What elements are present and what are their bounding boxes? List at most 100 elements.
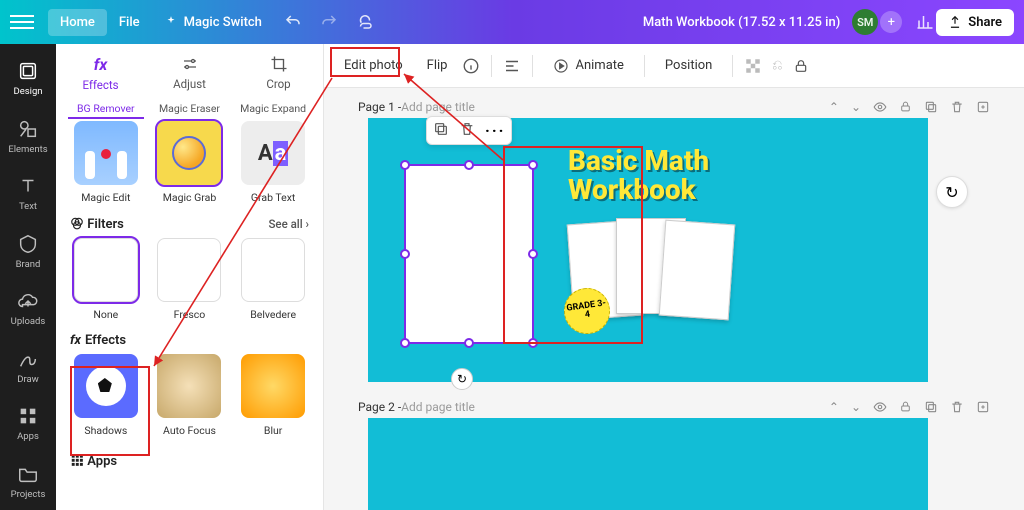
page-hide-icon[interactable]	[873, 100, 887, 114]
uploads-icon	[17, 290, 39, 312]
align-icon[interactable]	[502, 56, 522, 76]
selection-mini-toolbar: ···	[426, 116, 512, 145]
filters-heading: Filters	[70, 216, 124, 232]
trash-icon[interactable]	[459, 121, 475, 140]
link-icon[interactable]: ⎌	[767, 56, 787, 76]
page-refresh-icon[interactable]: ↻	[936, 176, 968, 208]
position-button[interactable]: Position	[655, 52, 722, 79]
effect-shadows[interactable]: Shadows	[68, 354, 144, 437]
page-up-icon[interactable]: ⌃	[829, 100, 839, 114]
page-duplicate-icon[interactable]	[924, 100, 938, 114]
page-add-icon[interactable]	[976, 100, 990, 114]
rotate-handle-icon[interactable]: ↻	[451, 368, 473, 390]
lock-icon[interactable]	[791, 56, 811, 76]
draw-icon	[17, 348, 39, 370]
rail-brand[interactable]: Brand	[0, 223, 56, 281]
edit-photo-button[interactable]: Edit photo	[334, 52, 413, 79]
auto-focus-thumb	[157, 354, 221, 418]
filter-none[interactable]: None	[68, 238, 144, 321]
flip-button[interactable]: Flip	[417, 52, 458, 79]
page-1-canvas[interactable]: ··· ↻ Basic MathWorkbook GRADE 3-4 ↻	[368, 118, 928, 382]
page2-header: Page 2 - Add page title ⌃ ⌄	[358, 400, 990, 414]
selected-worksheet[interactable]	[404, 164, 534, 344]
projects-icon	[17, 463, 39, 485]
filter-belvedere-thumb	[241, 238, 305, 302]
rail-label: Brand	[16, 259, 41, 270]
tool-magic-edit[interactable]: Magic Edit	[68, 121, 144, 204]
hamburger-icon[interactable]	[10, 10, 34, 34]
effects-heading: fxEffects	[70, 333, 126, 348]
animate-icon	[553, 58, 569, 74]
magic-edit-thumb	[74, 121, 138, 185]
rail-draw[interactable]: Draw	[0, 338, 56, 396]
page-down-icon[interactable]: ⌄	[851, 400, 861, 414]
elements-icon	[17, 118, 39, 140]
home-button[interactable]: Home	[48, 9, 107, 36]
page1-header: Page 1 - Add page title ⌃ ⌄	[358, 100, 990, 114]
effect-blur[interactable]: Blur	[235, 354, 311, 437]
rail-label: Apps	[17, 431, 39, 442]
tool-magic-eraser-label: Magic Eraser	[151, 102, 227, 119]
page-up-icon[interactable]: ⌃	[829, 400, 839, 414]
redo-icon[interactable]	[318, 11, 340, 33]
avatar[interactable]: SM	[852, 9, 878, 35]
add-collaborator-icon[interactable]: +	[880, 11, 902, 33]
rail-projects[interactable]: Projects	[0, 453, 56, 510]
filter-fresco[interactable]: Fresco	[151, 238, 227, 321]
animate-button[interactable]: Animate	[543, 52, 633, 80]
document-title[interactable]: Math Workbook (17.52 x 11.25 in)	[643, 15, 840, 30]
rail-design[interactable]: Design	[0, 50, 56, 108]
tool-bg-remover-label: BG Remover	[68, 102, 144, 119]
rail-label: Elements	[8, 144, 47, 155]
page-duplicate-icon[interactable]	[924, 400, 938, 414]
page-2-canvas[interactable]	[368, 418, 928, 510]
tool-magic-grab[interactable]: Magic Grab	[151, 121, 227, 204]
edit-photo-panel: fxEffects Adjust Crop BG Remover Magic E…	[56, 44, 324, 510]
rail-uploads[interactable]: Uploads	[0, 280, 56, 338]
workbook-title[interactable]: Basic MathWorkbook	[568, 146, 709, 205]
context-toolbar: Edit photo Flip Animate Position ⎌	[324, 44, 1024, 88]
undo-icon[interactable]	[282, 11, 304, 33]
rail-label: Uploads	[11, 316, 46, 327]
filters-see-all[interactable]: See all ›	[268, 217, 309, 231]
tool-magic-expand-label: Magic Expand	[235, 102, 311, 119]
transparency-icon[interactable]	[743, 56, 763, 76]
rail-apps[interactable]: Apps	[0, 395, 56, 453]
page2-label: Page 2 -	[358, 400, 401, 414]
sparkle-icon	[164, 15, 178, 29]
apps-grid-icon	[70, 453, 84, 467]
cloud-sync-icon[interactable]	[354, 11, 376, 33]
rail-label: Draw	[17, 374, 39, 385]
filter-belvedere[interactable]: Belvedere	[235, 238, 311, 321]
magic-switch-button[interactable]: Magic Switch	[152, 9, 274, 36]
page-hide-icon[interactable]	[873, 400, 887, 414]
brand-icon	[17, 233, 39, 255]
blur-thumb	[241, 354, 305, 418]
grab-text-thumb: AAaa	[241, 121, 305, 185]
page-add-icon[interactable]	[976, 400, 990, 414]
file-button[interactable]: File	[107, 9, 152, 36]
tab-crop[interactable]: Crop	[234, 44, 323, 102]
page-down-icon[interactable]: ⌄	[851, 100, 861, 114]
tab-effects[interactable]: fxEffects	[56, 44, 145, 102]
effect-auto-focus[interactable]: Auto Focus	[151, 354, 227, 437]
share-button[interactable]: Share	[936, 9, 1014, 36]
page1-title-hint[interactable]: Add page title	[401, 100, 475, 114]
page-delete-icon[interactable]	[950, 100, 964, 114]
page-lock-icon[interactable]	[899, 400, 912, 414]
info-icon[interactable]	[461, 56, 481, 76]
page2-title-hint[interactable]: Add page title	[401, 400, 475, 414]
duplicate-icon[interactable]	[433, 121, 449, 140]
page-lock-icon[interactable]	[899, 100, 912, 114]
tab-adjust[interactable]: Adjust	[145, 44, 234, 102]
rail-elements[interactable]: Elements	[0, 108, 56, 166]
magic-grab-thumb	[157, 121, 221, 185]
insights-icon[interactable]	[914, 11, 936, 33]
tool-grab-text[interactable]: AAaa Grab Text	[235, 121, 311, 204]
more-icon[interactable]: ···	[485, 121, 505, 140]
text-icon	[17, 175, 39, 197]
page-delete-icon[interactable]	[950, 400, 964, 414]
upload-icon	[948, 15, 962, 29]
rail-text[interactable]: Text	[0, 165, 56, 223]
rail-label: Projects	[11, 489, 46, 500]
